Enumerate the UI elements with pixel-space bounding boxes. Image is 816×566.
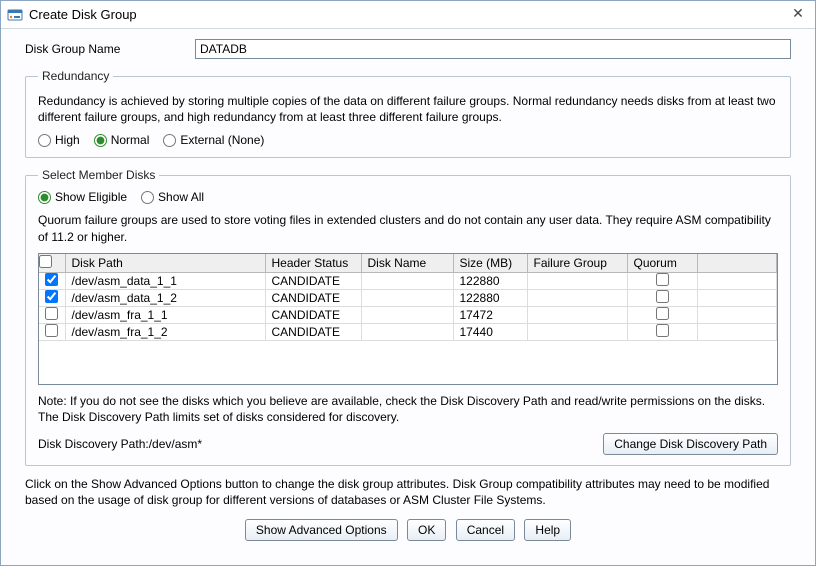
cell-header-status: CANDIDATE <box>265 306 361 323</box>
table-row[interactable]: /dev/asm_data_1_2CANDIDATE 122880 <box>39 289 777 306</box>
show-eligible-radio[interactable] <box>38 191 51 204</box>
cancel-button[interactable]: Cancel <box>456 519 515 541</box>
select-member-disks-group: Select Member Disks Show Eligible Show A… <box>25 168 791 466</box>
table-row[interactable]: /dev/asm_data_1_1CANDIDATE 122880 <box>39 272 777 289</box>
col-disk-name[interactable]: Disk Name <box>361 254 453 273</box>
col-size[interactable]: Size (MB) <box>453 254 527 273</box>
cell-size: 122880 <box>453 272 527 289</box>
cell-disk-path: /dev/asm_data_1_1 <box>65 272 265 289</box>
disk-discovery-path-label: Disk Discovery Path: <box>38 437 149 451</box>
cell-disk-name <box>361 289 453 306</box>
cell-disk-path: /dev/asm_fra_1_2 <box>65 323 265 340</box>
dialog-window: Create Disk Group ✕ Disk Group Name Redu… <box>0 0 816 566</box>
disk-discovery-path: Disk Discovery Path:/dev/asm* <box>38 437 202 451</box>
cell-size: 17472 <box>453 306 527 323</box>
disks-table: Disk Path Header Status Disk Name Size (… <box>38 253 778 385</box>
cell-disk-name <box>361 323 453 340</box>
row-quorum-checkbox[interactable] <box>656 324 669 337</box>
app-icon <box>7 7 23 23</box>
redundancy-normal-radio[interactable] <box>94 134 107 147</box>
redundancy-high[interactable]: High <box>38 133 80 147</box>
row-select-checkbox[interactable] <box>45 273 58 286</box>
row-quorum-checkbox[interactable] <box>656 290 669 303</box>
cell-size: 122880 <box>453 289 527 306</box>
select-member-disks-legend: Select Member Disks <box>38 168 159 182</box>
col-failure-group[interactable]: Failure Group <box>527 254 627 273</box>
show-all-radio[interactable] <box>141 191 154 204</box>
close-icon[interactable]: ✕ <box>789 5 807 23</box>
show-all[interactable]: Show All <box>141 190 204 204</box>
cell-size: 17440 <box>453 323 527 340</box>
col-quorum[interactable]: Quorum <box>627 254 697 273</box>
show-advanced-options-button[interactable]: Show Advanced Options <box>245 519 398 541</box>
cell-header-status: CANDIDATE <box>265 323 361 340</box>
cell-failure-group <box>527 289 627 306</box>
show-eligible[interactable]: Show Eligible <box>38 190 127 204</box>
redundancy-group: Redundancy Redundancy is achieved by sto… <box>25 69 791 158</box>
disk-group-name-label: Disk Group Name <box>25 42 195 56</box>
quorum-help: Quorum failure groups are used to store … <box>38 212 778 244</box>
table-header-row: Disk Path Header Status Disk Name Size (… <box>39 254 777 273</box>
row-select-checkbox[interactable] <box>45 307 58 320</box>
redundancy-legend: Redundancy <box>38 69 113 83</box>
table-row[interactable]: /dev/asm_fra_1_1CANDIDATE 17472 <box>39 306 777 323</box>
ok-button[interactable]: OK <box>407 519 446 541</box>
redundancy-external-radio[interactable] <box>163 134 176 147</box>
window-title: Create Disk Group <box>29 7 137 22</box>
redundancy-help: Redundancy is achieved by storing multip… <box>38 93 778 125</box>
redundancy-high-radio[interactable] <box>38 134 51 147</box>
cell-failure-group <box>527 323 627 340</box>
change-disk-discovery-path-button[interactable]: Change Disk Discovery Path <box>603 433 778 455</box>
advanced-options-note: Click on the Show Advanced Options butto… <box>1 476 815 508</box>
row-quorum-checkbox[interactable] <box>656 307 669 320</box>
redundancy-normal[interactable]: Normal <box>94 133 150 147</box>
discovery-note: Note: If you do not see the disks which … <box>38 393 778 425</box>
row-select-checkbox[interactable] <box>45 324 58 337</box>
titlebar: Create Disk Group ✕ <box>1 1 815 29</box>
cell-disk-name <box>361 306 453 323</box>
cell-disk-path: /dev/asm_fra_1_1 <box>65 306 265 323</box>
cell-header-status: CANDIDATE <box>265 272 361 289</box>
row-select-checkbox[interactable] <box>45 290 58 303</box>
disk-discovery-path-value: /dev/asm* <box>149 437 202 451</box>
cell-failure-group <box>527 272 627 289</box>
cell-failure-group <box>527 306 627 323</box>
button-bar: Show Advanced Options OK Cancel Help <box>1 519 815 553</box>
disk-group-name-input[interactable] <box>195 39 791 59</box>
cell-disk-name <box>361 272 453 289</box>
cell-disk-path: /dev/asm_data_1_2 <box>65 289 265 306</box>
col-disk-path[interactable]: Disk Path <box>65 254 265 273</box>
select-all-checkbox[interactable] <box>39 255 52 268</box>
redundancy-external[interactable]: External (None) <box>163 133 264 147</box>
help-button[interactable]: Help <box>524 519 571 541</box>
cell-header-status: CANDIDATE <box>265 289 361 306</box>
col-header-status[interactable]: Header Status <box>265 254 361 273</box>
row-quorum-checkbox[interactable] <box>656 273 669 286</box>
table-row[interactable]: /dev/asm_fra_1_2CANDIDATE 17440 <box>39 323 777 340</box>
